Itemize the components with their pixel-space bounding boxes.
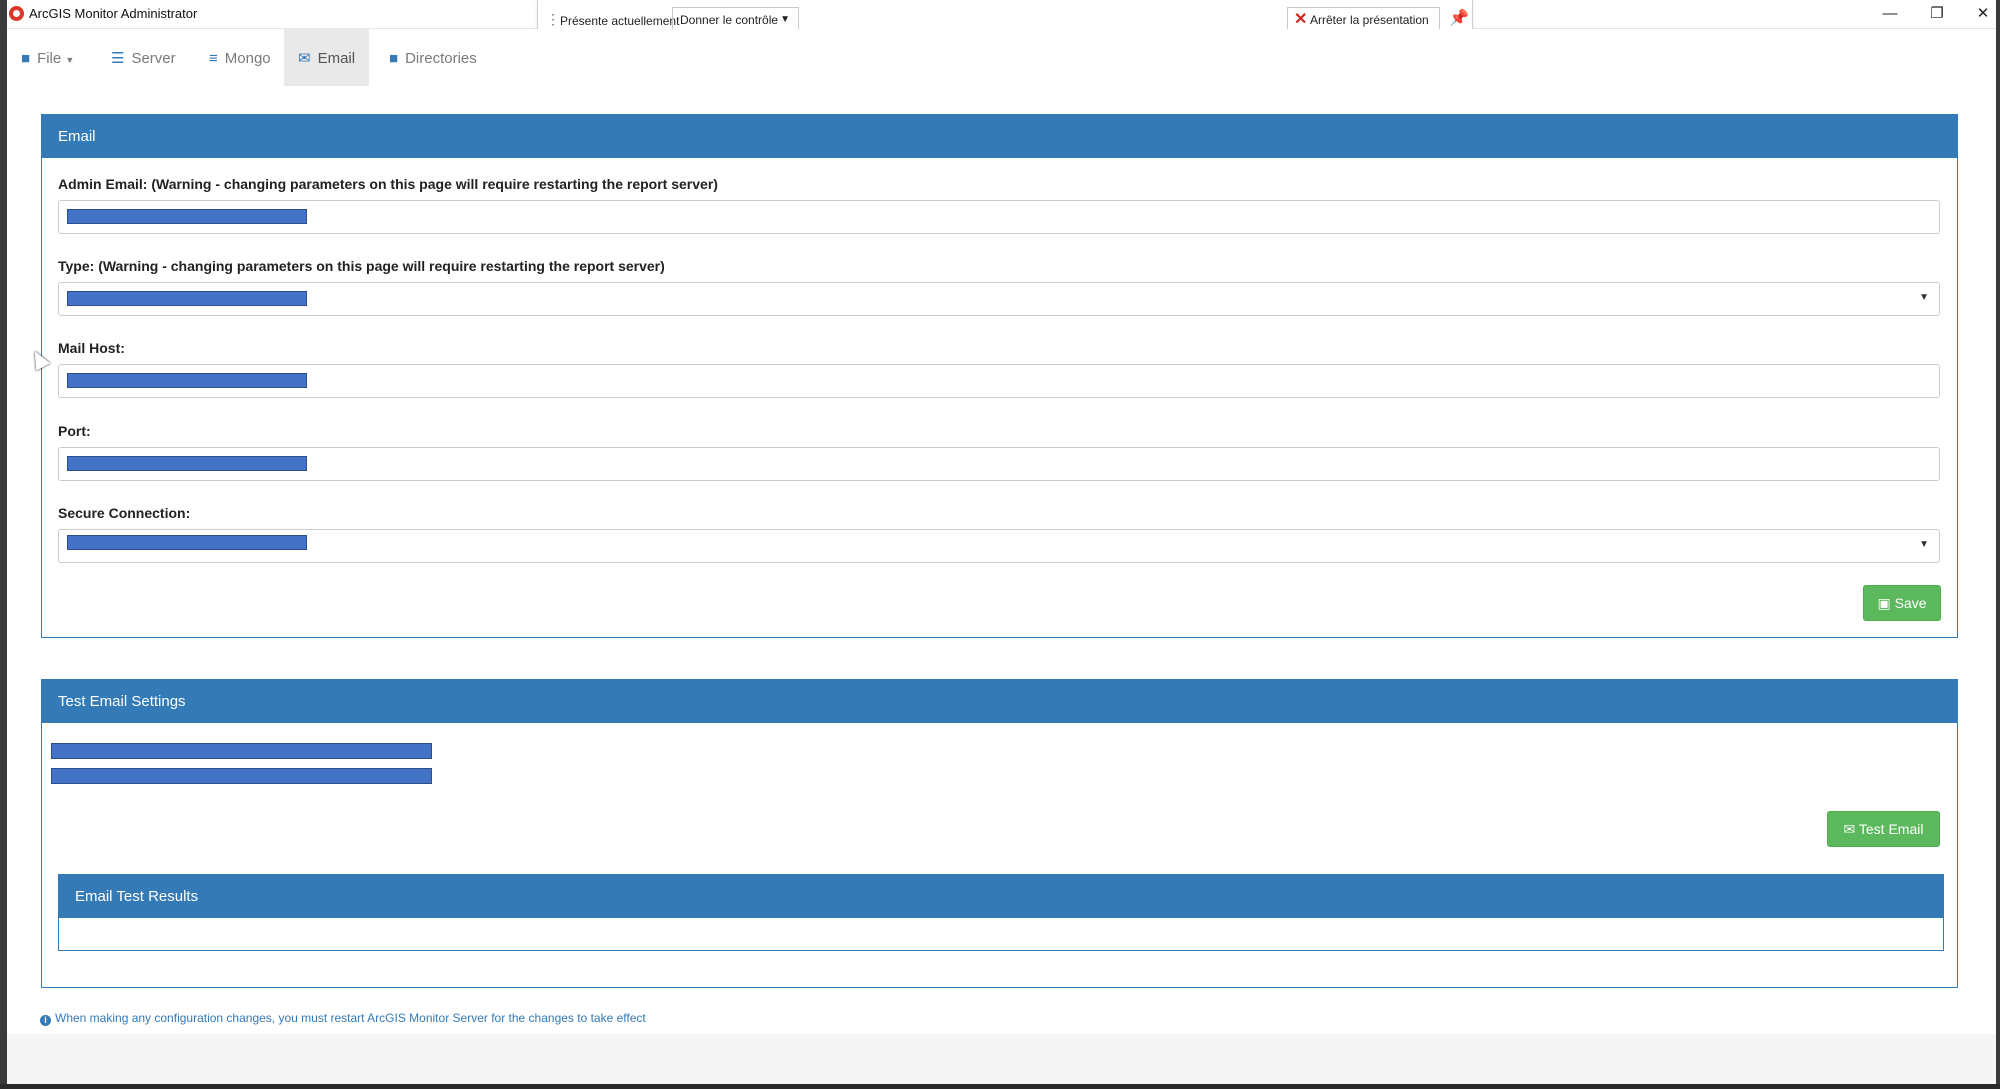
close-button[interactable]: ✕ <box>1963 2 2000 26</box>
port-input[interactable] <box>58 447 1940 481</box>
window-title: ArcGIS Monitor Administrator <box>29 6 198 21</box>
email-test-results-panel: Email Test Results <box>58 874 1944 951</box>
caret-down-icon: ▼ <box>1919 292 1929 303</box>
restore-button[interactable]: ❐ <box>1917 2 1957 26</box>
top-nav: ■ File ▼ ☰ Server ≡ Mongo ✉ Email ■ Directori… <box>7 29 1996 87</box>
database-icon: ≡ <box>209 50 218 67</box>
app-window: ArcGIS Monitor Administrator — ❐ ✕ ⋮ Pré… <box>0 0 2000 1089</box>
nav-file-label: File <box>37 50 62 67</box>
give-control-dropdown[interactable]: Donner le contrôle ▼ <box>672 7 799 31</box>
redacted-value <box>67 373 307 388</box>
test-email-panel: Test Email Settings ✉ Test Email Email T… <box>41 679 1958 988</box>
test-email-button[interactable]: ✉ Test Email <box>1827 811 1940 847</box>
stop-presenting-button[interactable]: ✕ Arrêter la présentation <box>1287 7 1440 31</box>
nav-email-label: Email <box>317 50 356 67</box>
nav-server-label: Server <box>131 50 176 67</box>
email-test-results-title: Email Test Results <box>59 875 1943 918</box>
window-frame-bottom <box>0 1084 2000 1089</box>
server-icon: ☰ <box>111 50 125 67</box>
email-panel: Email Admin Email: (Warning - changing p… <box>41 114 1958 638</box>
nav-mongo-label: Mongo <box>224 50 271 67</box>
caret-down-icon: ▼ <box>1919 539 1929 550</box>
test-email-panel-title: Test Email Settings <box>42 680 1957 723</box>
email-panel-title: Email <box>42 115 1957 158</box>
arcgis-app-icon <box>9 6 24 21</box>
redacted-value <box>67 209 307 224</box>
envelope-icon: ✉ <box>1843 821 1856 837</box>
envelope-icon: ✉ <box>298 50 311 67</box>
admin-email-input[interactable] <box>58 200 1940 234</box>
type-label: Type: (Warning - changing parameters on … <box>58 258 665 274</box>
nav-directories-label: Directories <box>405 50 477 67</box>
nav-email[interactable]: ✉ Email <box>284 29 370 86</box>
presenting-status: Présente actuellement <box>560 14 680 28</box>
admin-email-label: Admin Email: (Warning - changing paramet… <box>58 176 718 192</box>
nav-directories[interactable]: ■ Directories <box>375 29 491 86</box>
port-label: Port: <box>58 423 91 439</box>
give-control-label: Donner le contrôle <box>680 13 779 27</box>
nav-mongo[interactable]: ≡ Mongo <box>195 29 285 86</box>
footer-strip <box>7 1034 1996 1084</box>
minimize-button[interactable]: — <box>1870 2 1910 26</box>
type-select[interactable]: ▼ <box>58 282 1940 316</box>
test-email-label: Test Email <box>1858 821 1924 837</box>
restart-info-note: i When making any configuration changes, … <box>40 1011 646 1026</box>
drag-handle-icon[interactable]: ⋮ <box>546 11 560 28</box>
save-button[interactable]: ▣ Save <box>1863 585 1941 621</box>
caret-down-icon: ▼ <box>65 55 75 65</box>
redacted-value <box>67 291 307 306</box>
info-icon: i <box>40 1015 51 1026</box>
secure-connection-label: Secure Connection: <box>58 505 191 521</box>
redacted-line <box>51 743 432 759</box>
mail-host-label: Mail Host: <box>58 340 125 356</box>
save-label: Save <box>1894 595 1927 611</box>
window-frame-left <box>0 0 7 1089</box>
secure-connection-select[interactable]: ▼ <box>58 529 1940 563</box>
pin-icon[interactable]: 📌 <box>1449 8 1469 28</box>
window-frame-right <box>1996 0 2000 1089</box>
save-icon: ▣ <box>1877 595 1891 611</box>
folder-icon: ■ <box>21 50 31 67</box>
mail-host-input[interactable] <box>58 364 1940 398</box>
redacted-value <box>67 535 307 550</box>
stop-presenting-label: Arrêter la présentation <box>1310 13 1429 27</box>
nav-server[interactable]: ☰ Server <box>97 29 190 86</box>
folder-icon: ■ <box>389 50 399 67</box>
restart-info-text: When making any configuration changes, y… <box>55 1011 646 1025</box>
redacted-line <box>51 768 432 784</box>
redacted-value <box>67 456 307 471</box>
nav-file[interactable]: ■ File ▼ <box>7 29 88 86</box>
